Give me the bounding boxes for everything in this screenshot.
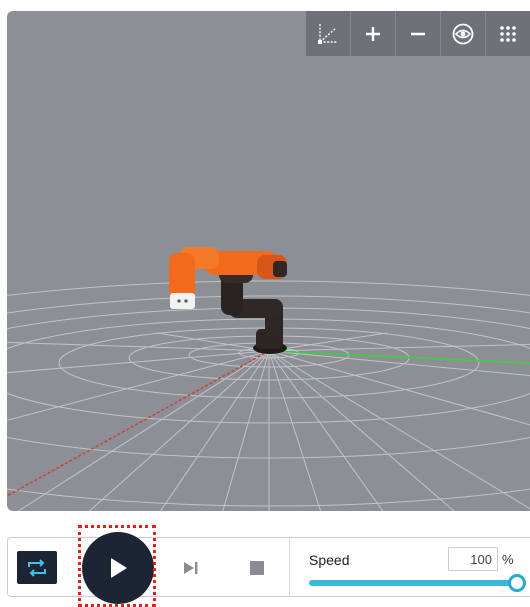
viewport-toolbar [306,11,530,56]
stop-icon [250,561,264,575]
robot-scene [7,247,530,511]
grid-menu-icon [500,25,516,42]
speed-unit: % [502,552,514,567]
speed-input[interactable] [448,547,498,571]
controls-divider [289,538,290,596]
step-forward-icon [184,562,198,574]
play-icon [111,558,127,578]
speed-slider-thumb[interactable] [508,574,526,592]
view-toggle-button[interactable] [440,11,485,56]
zoom-in-icon [366,26,380,41]
axes-toggle-button[interactable] [306,11,350,56]
playback-controls: Speed % [7,525,530,607]
repeat-icon [28,558,46,577]
step-forward-button[interactable] [178,556,204,580]
axes-icon [318,23,338,44]
speed-slider[interactable] [309,574,526,592]
more-menu-button[interactable] [485,11,530,56]
zoom-out-button[interactable] [395,11,440,56]
speed-slider-fill [309,580,517,586]
speed-label: Speed [309,552,350,568]
loop-toggle-button[interactable] [17,551,57,584]
play-button[interactable] [82,532,154,604]
zoom-in-button[interactable] [350,11,395,56]
stop-button[interactable] [244,556,270,580]
zoom-out-icon [411,32,425,35]
y-axis-line [268,350,530,364]
eye-icon [452,23,474,44]
x-axis-line [7,350,270,497]
3d-viewport[interactable] [7,11,530,511]
